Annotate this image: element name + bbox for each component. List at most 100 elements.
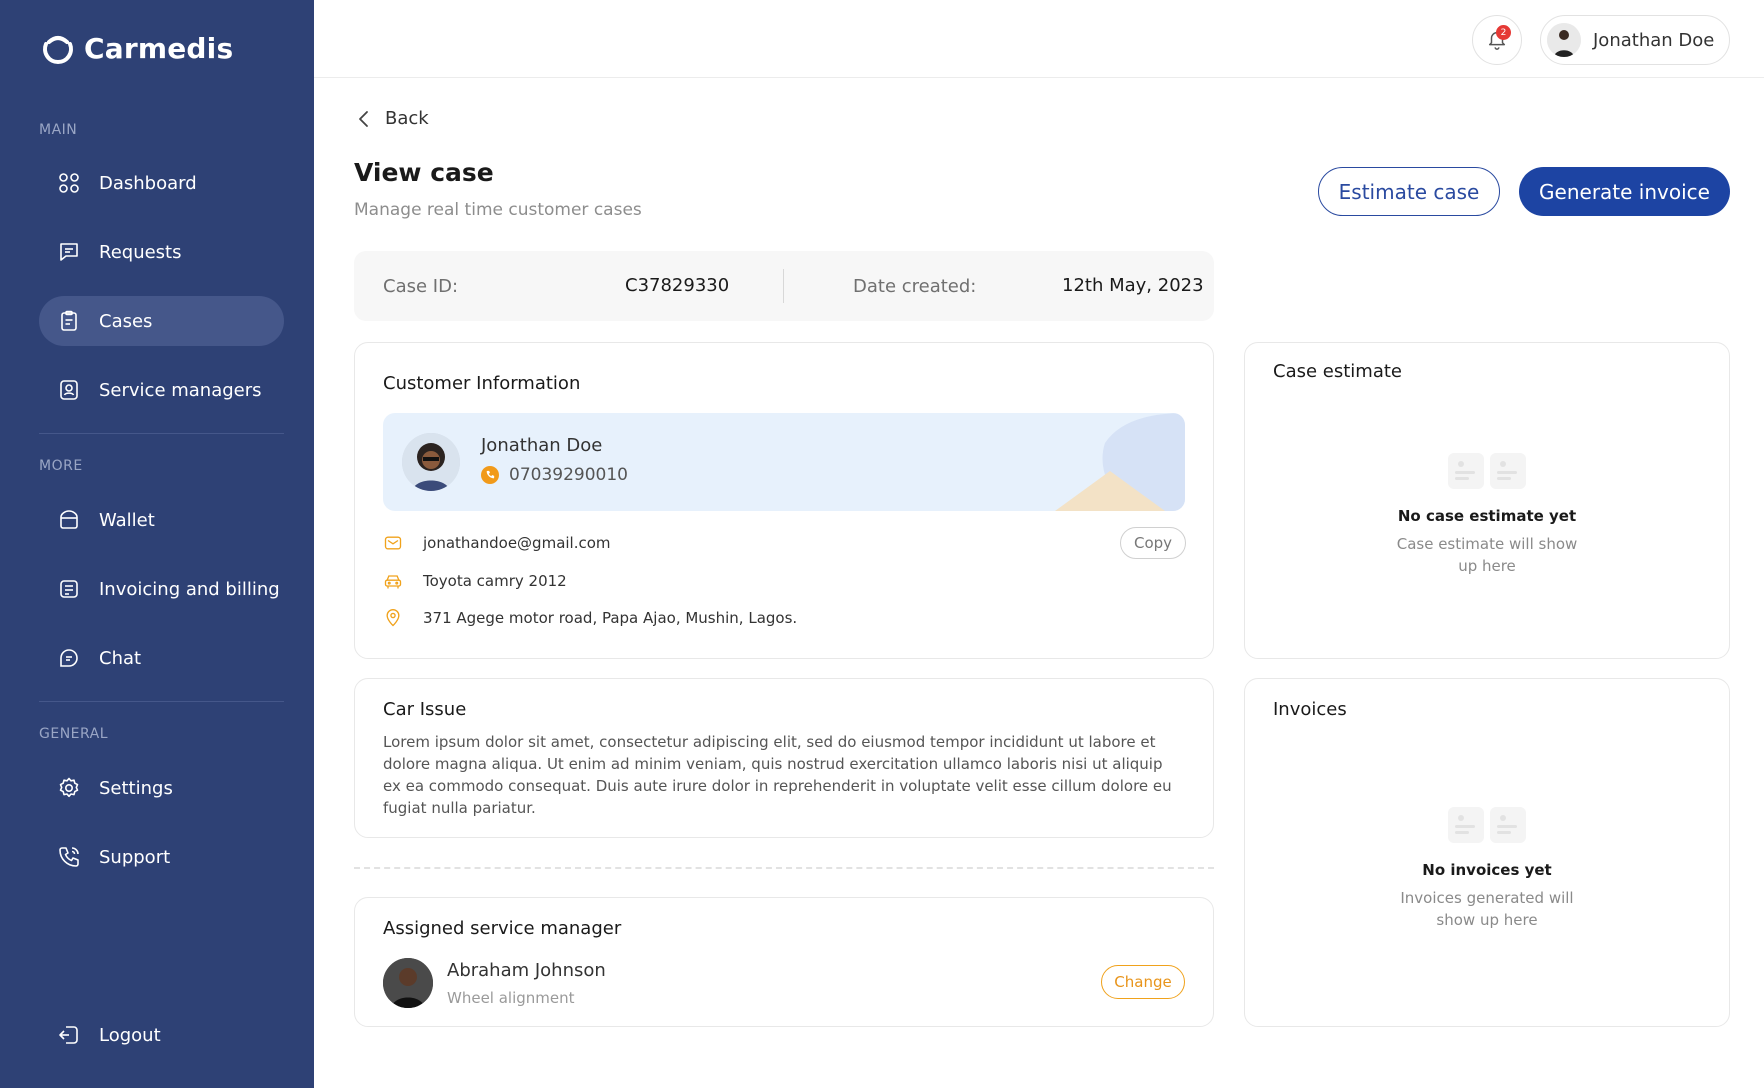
customer-avatar [402, 433, 460, 491]
case-estimate-empty-subtitle: Case estimate will show up here [1396, 535, 1578, 575]
empty-documents-icon [1245, 453, 1729, 489]
top-bar: 2 Jonathan Doe [314, 0, 1764, 78]
strip-divider [783, 269, 784, 303]
location-pin-icon [386, 609, 400, 627]
sidebar-item-label: Support [99, 846, 171, 868]
sidebar-item-service-managers[interactable]: Service managers [39, 365, 284, 415]
car-icon [384, 575, 402, 589]
sidebar-item-settings[interactable]: Settings [39, 763, 284, 813]
user-name: Jonathan Doe [1593, 29, 1715, 51]
customer-address: 371 Agege motor road, Papa Ajao, Mushin,… [423, 609, 798, 627]
assigned-manager-card: Assigned service manager Abraham Johnson… [354, 897, 1214, 1027]
invoices-empty-title: No invoices yet [1422, 861, 1552, 879]
logout-button[interactable]: Logout [39, 1010, 284, 1060]
notifications-button[interactable]: 2 [1472, 15, 1522, 65]
sidebar-item-label: Chat [99, 647, 142, 669]
copy-email-button[interactable]: Copy [1120, 527, 1186, 559]
assigned-manager-title: Assigned service manager [383, 918, 622, 939]
sidebar-divider [39, 433, 284, 434]
chevron-left-icon [359, 110, 368, 127]
change-manager-button[interactable]: Change [1101, 965, 1185, 999]
invoices-empty-state: No invoices yet Invoices generated will … [1245, 807, 1729, 931]
section-label-general: GENERAL [39, 726, 109, 742]
section-divider [354, 867, 1214, 869]
empty-documents-icon [1245, 807, 1729, 843]
invoices-title: Invoices [1273, 699, 1347, 720]
gear-icon [59, 777, 79, 798]
sidebar-item-label: Requests [99, 241, 182, 263]
date-created-label: Date created: [853, 276, 977, 297]
invoices-card: Invoices No invoices yet Invoices genera… [1244, 678, 1730, 1027]
message-icon [60, 243, 78, 261]
logo-icon [43, 36, 73, 64]
case-estimate-card: Case estimate No case estimate yet Case … [1244, 342, 1730, 659]
badge-icon [60, 380, 78, 400]
invoices-empty-subtitle: Invoices generated will show up here [1400, 889, 1574, 929]
brand-name: Carmedis [84, 31, 234, 65]
section-label-more: MORE [39, 458, 83, 474]
case-estimate-empty-title: No case estimate yet [1397, 507, 1577, 525]
car-issue-text: Lorem ipsum dolor sit amet, consectetur … [383, 733, 1172, 817]
clipboard-icon [61, 310, 77, 331]
customer-email-row: jonathandoe@gmail.com [383, 533, 611, 553]
customer-information-title: Customer Information [383, 373, 581, 394]
sidebar-item-label: Service managers [99, 379, 262, 401]
user-menu[interactable]: Jonathan Doe [1540, 15, 1730, 65]
customer-car: Toyota camry 2012 [423, 572, 567, 590]
sidebar-item-wallet[interactable]: Wallet [39, 495, 284, 545]
sidebar-item-requests[interactable]: Requests [39, 227, 284, 277]
chat-icon [60, 649, 78, 667]
date-created-value: 12th May, 2023 [1062, 275, 1204, 296]
customer-car-row: Toyota camry 2012 [383, 571, 567, 591]
customer-avatar-icon [402, 433, 460, 491]
wallet-icon [60, 510, 78, 529]
customer-phone-value: 07039290010 [509, 465, 628, 485]
logout-label: Logout [99, 1024, 161, 1046]
estimate-case-button[interactable]: Estimate case [1318, 167, 1500, 216]
banner-decoration [1055, 413, 1185, 511]
car-issue-title: Car Issue [383, 699, 467, 720]
logout-icon [59, 1026, 78, 1044]
phone-icon [481, 466, 499, 484]
manager-role: Wheel alignment [447, 989, 575, 1007]
case-estimate-title: Case estimate [1273, 361, 1402, 382]
car-issue-card: Car Issue Lorem ipsum dolor sit amet, co… [354, 678, 1214, 838]
sidebar-item-label: Invoicing and billing [99, 578, 280, 600]
mail-icon [384, 536, 402, 550]
sidebar-item-cases[interactable]: Cases [39, 296, 284, 346]
avatar [1547, 23, 1581, 57]
page-subtitle: Manage real time customer cases [354, 200, 642, 220]
phone-icon [59, 847, 79, 867]
user-avatar-icon [1547, 23, 1581, 57]
case-id-label: Case ID: [383, 276, 459, 297]
customer-email: jonathandoe@gmail.com [423, 534, 611, 552]
manager-avatar [383, 958, 433, 1008]
grid-icon [59, 173, 79, 193]
sidebar-item-dashboard[interactable]: Dashboard [39, 158, 284, 208]
manager-name: Abraham Johnson [447, 960, 606, 981]
notification-badge: 2 [1496, 25, 1511, 40]
sidebar-divider [39, 701, 284, 702]
section-label-main: MAIN [39, 122, 78, 138]
sidebar-item-invoicing[interactable]: Invoicing and billing [39, 564, 284, 614]
sidebar-item-chat[interactable]: Chat [39, 633, 284, 683]
case-summary-strip: Case ID: C37829330 Date created: 12th Ma… [354, 251, 1214, 321]
customer-banner: Jonathan Doe 07039290010 [383, 413, 1185, 511]
sidebar-item-label: Wallet [99, 509, 155, 531]
sidebar: Carmedis MAIN Dashboard Requests Cases S… [0, 0, 314, 1088]
sidebar-item-label: Settings [99, 777, 173, 799]
case-estimate-empty-state: No case estimate yet Case estimate will … [1245, 453, 1729, 577]
sidebar-item-support[interactable]: Support [39, 832, 284, 882]
sidebar-item-label: Dashboard [99, 172, 197, 194]
back-button[interactable]: Back [357, 108, 429, 129]
customer-name: Jonathan Doe [481, 435, 603, 456]
page-title: View case [354, 158, 494, 187]
customer-phone: 07039290010 [481, 465, 628, 485]
sidebar-item-label: Cases [99, 310, 153, 332]
brand-logo[interactable]: Carmedis [40, 30, 233, 66]
generate-invoice-button[interactable]: Generate invoice [1519, 167, 1730, 216]
back-label: Back [385, 108, 429, 129]
manager-avatar-icon [383, 958, 433, 1008]
invoice-icon [60, 580, 78, 598]
customer-address-row: 371 Agege motor road, Papa Ajao, Mushin,… [383, 608, 797, 628]
